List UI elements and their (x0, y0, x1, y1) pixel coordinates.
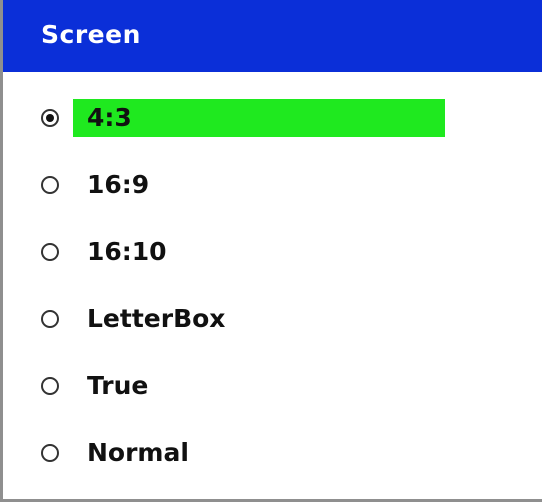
selected-highlight: 4:3 (73, 99, 445, 137)
option-label-normal: Normal (87, 438, 189, 467)
option-true[interactable]: True (3, 356, 542, 416)
option-label-4-3: 4:3 (87, 103, 132, 132)
radio-letterbox[interactable] (41, 310, 59, 328)
radio-4-3[interactable] (41, 109, 59, 127)
option-16-10[interactable]: 16:10 (3, 222, 542, 282)
option-label-letterbox: LetterBox (87, 304, 226, 333)
option-label-16-10: 16:10 (87, 237, 167, 266)
menu-title-bar: Screen (3, 0, 542, 72)
option-normal[interactable]: Normal (3, 423, 542, 483)
option-4-3[interactable]: 4:3 (3, 88, 542, 148)
option-letterbox[interactable]: LetterBox (3, 289, 542, 349)
radio-true[interactable] (41, 377, 59, 395)
option-16-9[interactable]: 16:9 (3, 155, 542, 215)
radio-16-9[interactable] (41, 176, 59, 194)
radio-16-10[interactable] (41, 243, 59, 261)
screen-menu-panel: Screen 4:3 16:9 16:10 LetterBox True Nor… (0, 0, 542, 502)
option-label-16-9: 16:9 (87, 170, 150, 199)
radio-normal[interactable] (41, 444, 59, 462)
menu-title: Screen (41, 20, 141, 49)
radio-selected-dot (46, 114, 54, 122)
option-label-true: True (87, 371, 149, 400)
